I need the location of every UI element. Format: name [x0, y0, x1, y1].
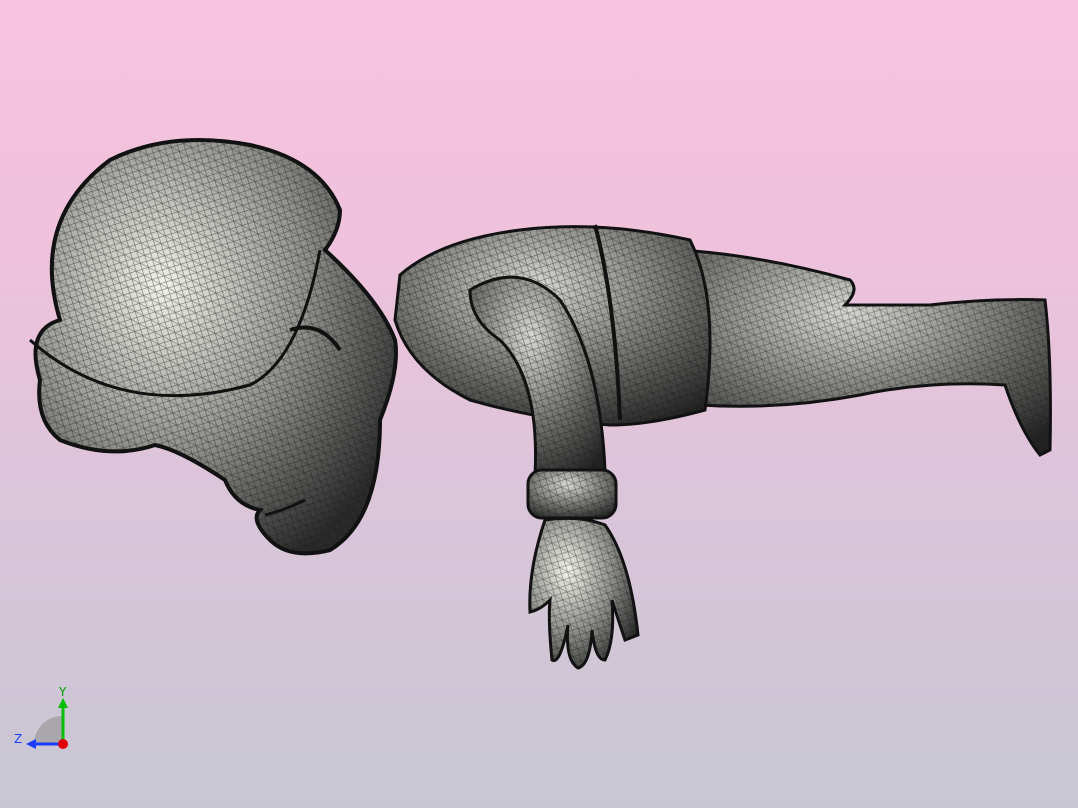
- y-axis-arrow-icon: [58, 698, 68, 708]
- y-axis-label: Y: [58, 686, 67, 699]
- model-head: [29, 138, 398, 556]
- 3d-viewport[interactable]: Y Z: [0, 0, 1078, 808]
- mesh-model[interactable]: [0, 0, 1078, 808]
- model-legs: [678, 248, 1052, 457]
- z-axis-label: Z: [14, 732, 22, 746]
- x-axis-dot-icon: [58, 739, 68, 749]
- triad-plane: [34, 716, 62, 744]
- axis-triad[interactable]: Y Z: [10, 686, 80, 756]
- model-hand: [528, 516, 640, 670]
- z-axis-arrow-icon: [26, 739, 36, 749]
